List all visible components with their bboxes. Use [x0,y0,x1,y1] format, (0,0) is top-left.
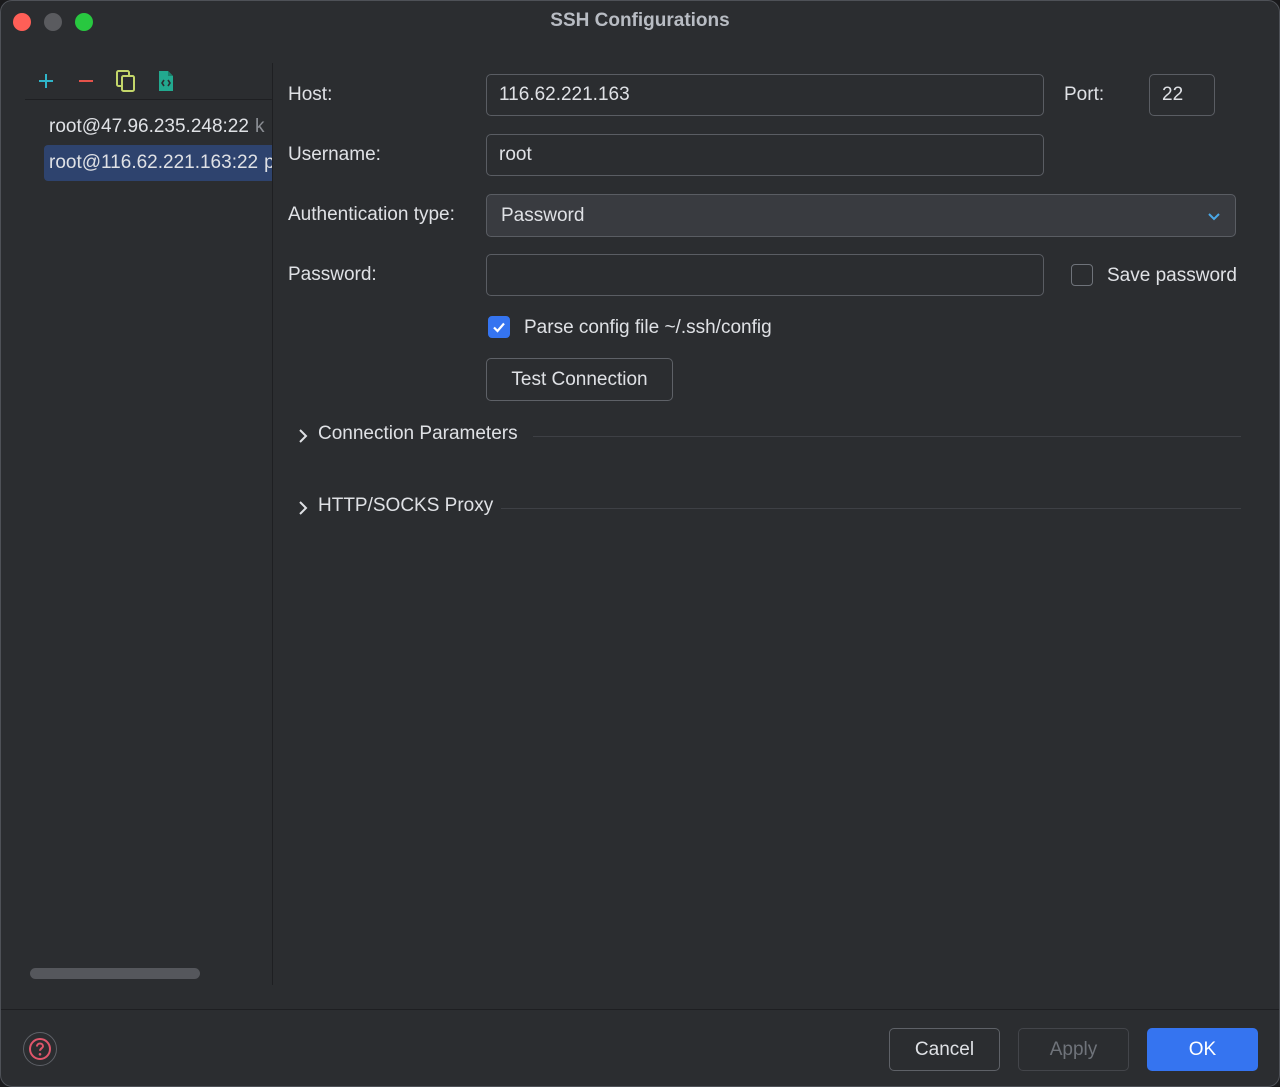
save-password-label: Save password [1107,265,1237,286]
checkmark-icon [493,322,505,333]
port-input[interactable] [1149,74,1215,116]
window-title: SSH Configurations [550,10,730,31]
chevron-right-icon [299,501,308,515]
port-label: Port: [1064,84,1105,105]
minus-icon [79,80,93,82]
plus-icon [39,74,53,88]
list-item-label: root@116.62.221.163:22 [49,152,259,173]
list-item[interactable]: root@116.62.221.163:22p [44,145,273,181]
list-item[interactable]: root@47.96.235.248:22 k [44,109,273,145]
title-bar: SSH Configurations [1,1,1279,43]
remove-configuration-button[interactable] [72,67,100,95]
cancel-button[interactable]: Cancel [889,1028,1000,1071]
auth-type-select[interactable]: Password [486,194,1236,237]
list-item-suffix: k [254,116,265,137]
pane-divider[interactable] [272,63,273,985]
help-button[interactable] [23,1032,57,1066]
save-password-checkbox[interactable] [1071,264,1093,286]
configurations-sidebar: root@47.96.235.248:22 k root@116.62.221.1… [1,43,273,985]
section-divider [533,436,1241,437]
list-item-label: root@47.96.235.248:22 [49,116,249,137]
help-icon [29,1038,51,1060]
copy-icon [116,70,135,92]
password-input[interactable] [486,254,1044,296]
host-input[interactable] [486,74,1044,116]
ok-button[interactable]: OK [1147,1028,1258,1071]
parse-config-label: Parse config file ~/.ssh/config [524,317,772,338]
chevron-right-icon [299,429,308,443]
ssh-configurations-dialog: SSH Configurations root@47.96.235.248:22… [0,0,1280,1087]
configurations-list: root@47.96.235.248:22 k root@116.62.221.1… [44,109,273,181]
host-label: Host: [288,84,333,105]
connection-parameters-label: Connection Parameters [318,423,518,444]
copy-configuration-button[interactable] [112,67,140,95]
test-connection-button[interactable]: Test Connection [486,358,673,401]
chevron-down-icon [1208,213,1220,221]
file-code-icon [159,71,173,91]
username-label: Username: [288,144,381,165]
auth-type-label: Authentication type: [288,204,455,225]
auth-type-value: Password [501,205,585,226]
username-input[interactable] [486,134,1044,176]
proxy-section[interactable]: HTTP/SOCKS Proxy [293,493,1241,523]
connection-parameters-section[interactable]: Connection Parameters [293,421,1241,451]
apply-button[interactable]: Apply [1018,1028,1129,1071]
proxy-label: HTTP/SOCKS Proxy [318,495,494,516]
sidebar-toolbar [25,63,273,100]
parse-config-checkbox[interactable] [488,316,510,338]
import-configuration-button[interactable] [152,67,180,95]
section-divider [501,508,1241,509]
password-label: Password: [288,264,377,285]
footer-divider [1,1009,1279,1010]
add-configuration-button[interactable] [32,67,60,95]
horizontal-scrollbar[interactable] [30,968,200,979]
